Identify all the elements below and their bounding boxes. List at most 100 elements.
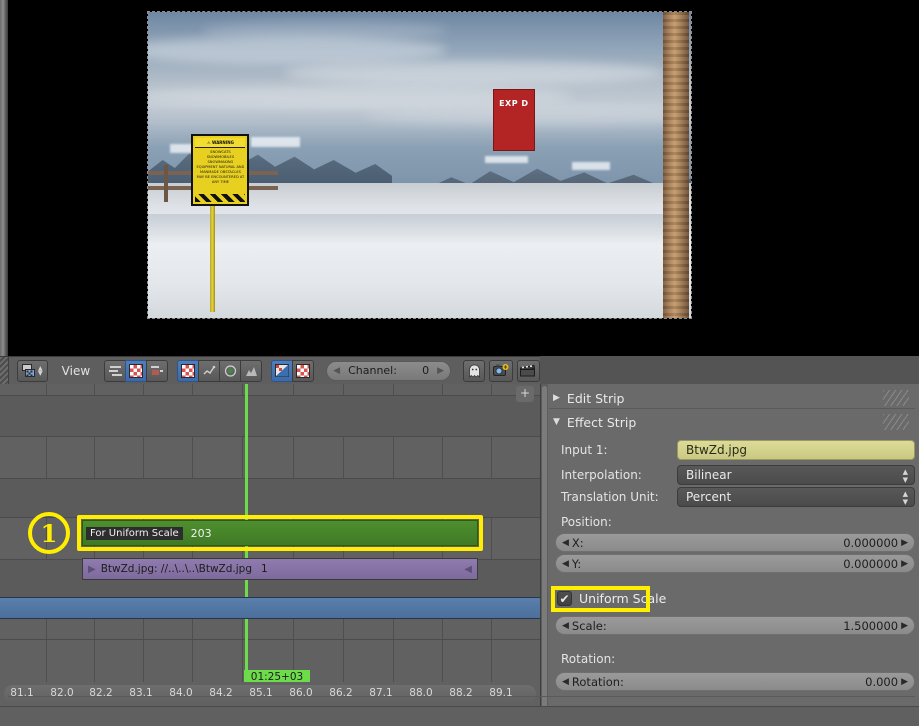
header-grip[interactable] bbox=[0, 356, 10, 385]
histogram-icon[interactable] bbox=[240, 359, 263, 382]
timeline-ruler[interactable]: 81.1 82.0 82.2 83.1 84.0 84.2 85.1 86.0 … bbox=[0, 682, 540, 706]
chevron-left-icon[interactable]: ◀ bbox=[562, 621, 569, 631]
ruler-tick: 83.1 bbox=[129, 687, 153, 699]
strip-image-btwzd[interactable]: ▶ BtwZd.jpg: //..\..\..\BtwZd.jpg 1 ◀ bbox=[82, 558, 478, 580]
overlay-icon[interactable] bbox=[271, 359, 294, 382]
ruler-tick: 89.1 bbox=[489, 687, 513, 699]
ground-shadow bbox=[148, 213, 691, 245]
image-preview-icon[interactable] bbox=[125, 359, 148, 382]
sequencer-header: ▲ ▼ View ◀ Channel: 0 ▶ bbox=[0, 356, 540, 385]
panel-title-edit-strip: Edit Strip bbox=[566, 390, 625, 406]
properties-footer bbox=[540, 706, 919, 726]
snowcap bbox=[251, 137, 301, 147]
translation-unit-dropdown[interactable]: Percent ▲ ▼ bbox=[677, 487, 915, 507]
checker-icon bbox=[129, 363, 144, 378]
scale-field[interactable]: ◀ Scale: 1.500000 ▶ bbox=[555, 616, 915, 635]
rotation-field[interactable]: ◀ Rotation: 0.000 ▶ bbox=[555, 672, 915, 691]
ruler-tick: 85.1 bbox=[249, 687, 273, 699]
chevron-right-icon[interactable]: ▶ bbox=[901, 621, 908, 631]
chevron-right-icon[interactable]: ▶ bbox=[437, 366, 444, 376]
position-y-label: Y: bbox=[571, 556, 582, 571]
ruler-tick: 88.0 bbox=[409, 687, 433, 699]
timeline-footer bbox=[0, 706, 540, 726]
ruler-tick: 86.0 bbox=[289, 687, 313, 699]
preview-scrollbar[interactable] bbox=[0, 0, 8, 356]
panel-header-effect-strip[interactable]: ▼ Effect Strip bbox=[553, 412, 913, 432]
strip-image-value: 1 bbox=[261, 563, 268, 575]
checker-icon bbox=[296, 363, 311, 378]
chevron-down-icon: ▼ bbox=[553, 417, 560, 427]
annotation-marker-1: 1 bbox=[28, 512, 70, 554]
cloud bbox=[202, 21, 447, 40]
image-icon[interactable] bbox=[177, 359, 200, 382]
translation-unit-value: Percent bbox=[686, 490, 732, 504]
interpolation-label: Interpolation: bbox=[561, 468, 642, 482]
checker-overlay-icon[interactable] bbox=[292, 359, 315, 382]
chevron-right-icon[interactable]: ▶ bbox=[901, 677, 908, 687]
ruler-tick: 86.2 bbox=[329, 687, 353, 699]
chevron-left-icon[interactable]: ◀ bbox=[562, 677, 569, 687]
display-mode-group bbox=[104, 359, 169, 382]
panel-grip[interactable] bbox=[883, 414, 909, 430]
row-translation-unit: Translation Unit: bbox=[561, 490, 659, 504]
chevron-right-icon[interactable]: ▶ bbox=[901, 538, 908, 548]
trail-sign: EXP D bbox=[492, 88, 535, 151]
scale-value: 1.500000 bbox=[843, 618, 899, 633]
snowcap bbox=[571, 161, 610, 170]
panel-grip[interactable] bbox=[883, 390, 909, 406]
preview-image[interactable]: ⚠ WARNING SNOWCATS SNOWMOBILES SNOWMAKIN… bbox=[147, 11, 692, 319]
chevron-right-icon: ▶ bbox=[553, 393, 560, 403]
strip-list-icon[interactable] bbox=[104, 359, 127, 382]
interpolation-value: Bilinear bbox=[686, 468, 732, 482]
ruler-tick: 84.0 bbox=[169, 687, 193, 699]
strip-effect-for-uniform-scale[interactable]: For Uniform Scale 203 bbox=[82, 520, 478, 546]
scale-label: Scale: bbox=[571, 618, 607, 633]
panel-header-edit-strip[interactable]: ▶ Edit Strip bbox=[553, 388, 913, 408]
ruler-tick: 87.1 bbox=[369, 687, 393, 699]
chevron-left-icon[interactable]: ◀ bbox=[562, 559, 569, 569]
uniform-scale-checkbox[interactable]: ✔ bbox=[557, 591, 572, 606]
ghost-icon[interactable] bbox=[463, 359, 486, 382]
ruler-tick: 82.0 bbox=[50, 687, 74, 699]
rotation-value: 0.000 bbox=[865, 674, 899, 689]
position-x-field[interactable]: ◀ X: 0.000000 ▶ bbox=[555, 533, 915, 552]
view-menu[interactable]: View bbox=[52, 364, 100, 378]
strip-effect-name: For Uniform Scale bbox=[86, 526, 183, 540]
chevron-left-icon[interactable]: ◀ bbox=[333, 366, 340, 376]
vectorscope-icon[interactable] bbox=[219, 359, 242, 382]
strip-handle-right[interactable]: ◀ bbox=[459, 564, 477, 575]
add-strip-button[interactable]: + bbox=[516, 386, 534, 402]
ruler-tick: 88.2 bbox=[449, 687, 473, 699]
warning-sign-header: ⚠ WARNING bbox=[195, 138, 246, 149]
add-movie-icon[interactable] bbox=[516, 359, 540, 382]
input1-field[interactable]: BtwZd.jpg bbox=[677, 440, 915, 460]
updown-arrows-icon: ▲ ▼ bbox=[902, 490, 908, 506]
position-y-field[interactable]: ◀ Y: 0.000000 ▶ bbox=[555, 554, 915, 573]
ruler-tick: 82.2 bbox=[89, 687, 113, 699]
updown-arrows-icon: ▲ ▼ bbox=[902, 468, 908, 484]
position-x-label: X: bbox=[571, 535, 584, 550]
sign-post bbox=[210, 201, 216, 312]
waveform-icon[interactable] bbox=[198, 359, 221, 382]
properties-scrollbar[interactable] bbox=[541, 384, 548, 726]
updown-arrows-icon: ▲ ▼ bbox=[38, 364, 43, 377]
view-type-group bbox=[177, 359, 263, 382]
sequencer-editor-icon[interactable]: ▲ ▼ bbox=[17, 359, 48, 382]
sequencer-preview-icon[interactable] bbox=[146, 359, 169, 382]
overlay-group bbox=[271, 359, 315, 382]
strip-handle-left[interactable]: ▶ bbox=[83, 564, 101, 575]
chevron-right-icon[interactable]: ▶ bbox=[901, 559, 908, 569]
properties-panel: ▶ Edit Strip ▼ Effect Strip Input 1: Btw… bbox=[540, 384, 919, 726]
interpolation-dropdown[interactable]: Bilinear ▲ ▼ bbox=[677, 465, 915, 485]
photo-content: ⚠ WARNING SNOWCATS SNOWMOBILES SNOWMAKIN… bbox=[148, 12, 691, 318]
ruler-tick: 84.2 bbox=[209, 687, 233, 699]
uniform-scale-checkbox-row[interactable]: ✔ Uniform Scale bbox=[557, 591, 666, 606]
row-interpolation: Interpolation: bbox=[561, 468, 642, 482]
rotation-group-label: Rotation: bbox=[561, 652, 616, 666]
position-x-value: 0.000000 bbox=[843, 535, 899, 550]
chevron-left-icon[interactable]: ◀ bbox=[562, 538, 569, 548]
add-image-icon[interactable] bbox=[489, 359, 513, 382]
panel-title-effect-strip: Effect Strip bbox=[566, 414, 637, 430]
channel-stepper[interactable]: ◀ Channel: 0 ▶ bbox=[326, 360, 452, 381]
warning-sign-body: SNOWCATS SNOWMOBILES SNOWMAKING EQUIPMEN… bbox=[196, 150, 245, 185]
